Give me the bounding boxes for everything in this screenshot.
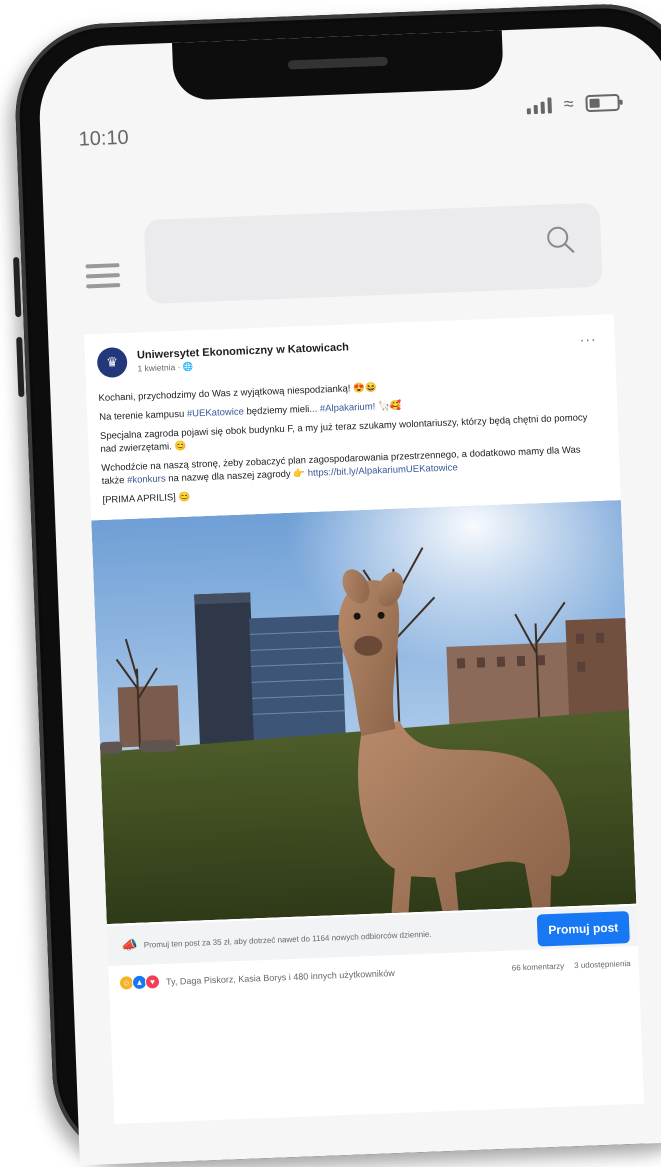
speaker bbox=[287, 56, 389, 70]
battery-icon bbox=[585, 93, 620, 113]
comments-count[interactable]: 66 komentarzy bbox=[512, 962, 565, 973]
post-text-segment: Na terenie kampusu bbox=[99, 408, 188, 423]
reaction-icons[interactable]: ☺ ▲ ♥ bbox=[118, 974, 161, 991]
hamburger-icon[interactable] bbox=[85, 263, 121, 294]
notch bbox=[171, 30, 504, 101]
hashtag-link[interactable]: #konkurs bbox=[127, 474, 166, 486]
megaphone-icon: 📣 bbox=[121, 936, 139, 953]
phone-screen: 10:10 ≈ ♛ Uniwersytet Ekonomiczny w Kato… bbox=[37, 23, 661, 1166]
post-text-segment: 🦙🥰 bbox=[375, 400, 402, 413]
post-text-segment: będziemy mieli... bbox=[243, 403, 321, 418]
status-time: 10:10 bbox=[78, 126, 130, 151]
search-icon[interactable] bbox=[544, 224, 578, 266]
post-header: ♛ Uniwersytet Ekonomiczny w Katowicach 1… bbox=[96, 338, 350, 379]
promo-text: Promuj ten post za 35 zł, aby dotrzeć na… bbox=[143, 929, 432, 950]
shares-count[interactable]: 3 udostępnienia bbox=[574, 959, 631, 970]
alpaca-photo[interactable] bbox=[91, 500, 637, 925]
hashtag-link[interactable]: #UEKatowice bbox=[187, 406, 244, 419]
post-text-segment: [PRIMA APRILIS] 😊 bbox=[102, 491, 191, 506]
status-icons: ≈ bbox=[526, 92, 620, 117]
post-text-segment: Kochani, przychodzimy do Was z wyjątkową… bbox=[98, 382, 377, 405]
globe-icon: 🌐 bbox=[182, 360, 194, 372]
more-icon[interactable]: ··· bbox=[579, 331, 597, 348]
hashtag-link[interactable]: #Alpakarium! bbox=[320, 401, 376, 414]
search-input[interactable] bbox=[143, 202, 603, 305]
wifi-icon: ≈ bbox=[563, 93, 574, 114]
facebook-post: ♛ Uniwersytet Ekonomiczny w Katowicach 1… bbox=[84, 314, 645, 1124]
volume-down-button bbox=[16, 336, 25, 398]
promote-post-button[interactable]: Promuj post bbox=[536, 911, 630, 947]
phone-frame: 10:10 ≈ ♛ Uniwersytet Ekonomiczny w Kato… bbox=[12, 0, 661, 1167]
reaction-names[interactable]: Ty, Daga Piskorz, Kasia Borys i 480 inny… bbox=[166, 963, 512, 987]
post-text: Kochani, przychodzimy do Was z wyjątkową… bbox=[98, 373, 606, 513]
signal-icon bbox=[526, 96, 553, 114]
avatar[interactable]: ♛ bbox=[96, 346, 128, 379]
alpaca-photo-graphic bbox=[91, 500, 637, 925]
volume-up-button bbox=[13, 256, 22, 318]
love-reaction-icon: ♥ bbox=[144, 974, 161, 990]
